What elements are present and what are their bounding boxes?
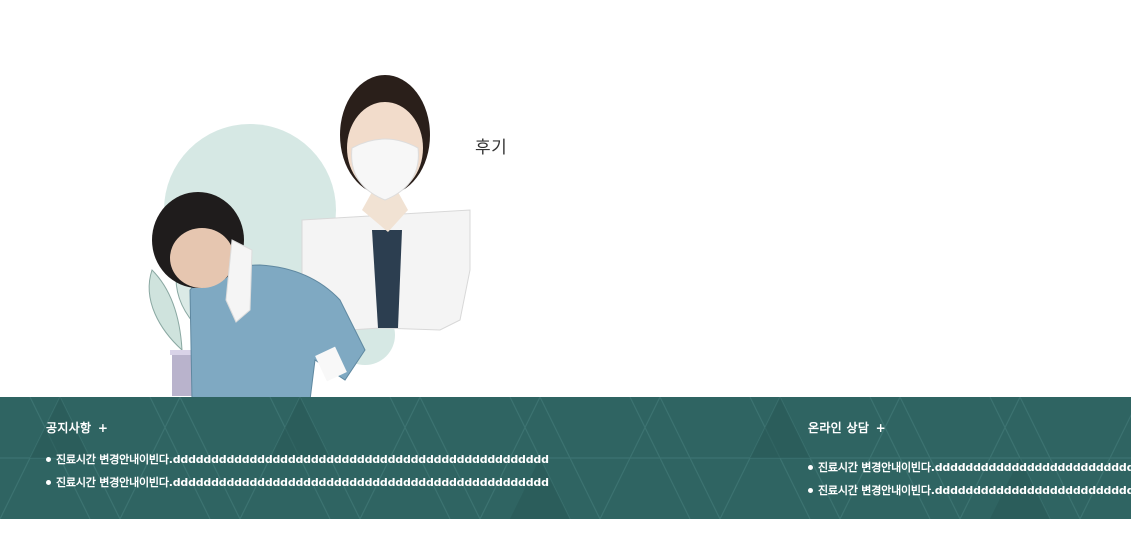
- notice-more-button[interactable]: +: [98, 421, 108, 435]
- footer-board: 공지사항 + 진료시간 변경안내이빈다.dddddddddddddddddddd…: [0, 397, 1131, 519]
- doctors-illustration: [140, 60, 480, 400]
- page: 후기 공지사항 + 진료시간 변경안내이빈다.ddddddddddddddddd…: [0, 0, 1131, 544]
- consult-item-title: 진료시간 변경안내이빈다.ddddddddddddddddddddddddddd…: [818, 461, 1131, 474]
- notice-list: 진료시간 변경안내이빈다.ddddddddddddddddddddddddddd…: [46, 453, 549, 489]
- consult-list-item[interactable]: 진료시간 변경안내이빈다.ddddddddddddddddddddddddddd…: [808, 461, 1131, 474]
- consult-item-title: 진료시간 변경안내이빈다.ddddddddddddddddddddddddddd…: [818, 484, 1131, 497]
- consult-more-button[interactable]: +: [876, 421, 886, 435]
- notice-title-link[interactable]: 공지사항 +: [46, 419, 549, 436]
- notice-item-title: 진료시간 변경안내이빈다.ddddddddddddddddddddddddddd…: [56, 476, 549, 489]
- consult-title-link[interactable]: 온라인 상담 +: [808, 419, 1131, 436]
- bullet-dot-icon: [46, 456, 51, 462]
- consult-section: 온라인 상담 + 진료시간 변경안내이빈다.dddddddddddddddddd…: [808, 419, 1131, 507]
- consult-title: 온라인 상담: [808, 421, 870, 435]
- consult-list-item[interactable]: 진료시간 변경안내이빈다.ddddddddddddddddddddddddddd…: [808, 484, 1131, 497]
- notice-item-title: 진료시간 변경안내이빈다.ddddddddddddddddddddddddddd…: [56, 453, 549, 466]
- consult-list: 진료시간 변경안내이빈다.ddddddddddddddddddddddddddd…: [808, 461, 1131, 497]
- notice-title: 공지사항: [46, 421, 92, 435]
- bullet-dot-icon: [46, 479, 51, 485]
- notice-list-item[interactable]: 진료시간 변경안내이빈다.ddddddddddddddddddddddddddd…: [46, 476, 549, 489]
- notice-section: 공지사항 + 진료시간 변경안내이빈다.dddddddddddddddddddd…: [46, 419, 549, 499]
- notice-list-item[interactable]: 진료시간 변경안내이빈다.ddddddddddddddddddddddddddd…: [46, 453, 549, 466]
- review-label[interactable]: 후기: [475, 133, 507, 158]
- bullet-dot-icon: [808, 487, 813, 493]
- bullet-dot-icon: [808, 464, 813, 470]
